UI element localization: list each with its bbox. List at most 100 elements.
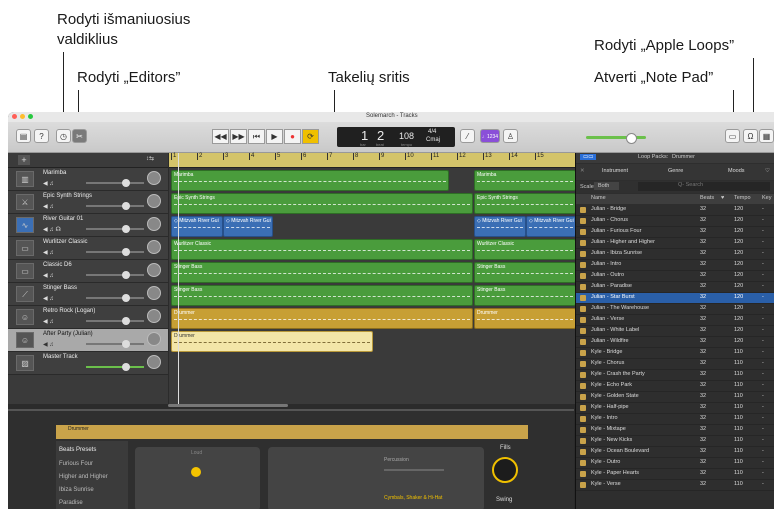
favorite-icon[interactable]: ♡: [765, 168, 770, 174]
loop-item[interactable]: Kyle - Ocean Boulevard 32 110 -: [576, 447, 774, 458]
col-tempo[interactable]: Tempo: [734, 195, 751, 201]
play-button[interactable]: ▶: [266, 129, 283, 144]
pan-knob[interactable]: [147, 309, 161, 323]
track-header[interactable]: ∿ River Guitar 01 ◀ ♫ ☊: [8, 214, 168, 237]
track-volume-slider[interactable]: [86, 202, 144, 210]
loop-search-field[interactable]: Q- Search: [638, 182, 770, 191]
preset-item[interactable]: Ibiza Sunrise: [59, 487, 94, 493]
region-drummer[interactable]: Drummer: [474, 308, 576, 329]
region-stinger-bass[interactable]: Stinger Bass: [474, 262, 576, 283]
loop-item[interactable]: Julian - Chorus 32 120 -: [576, 216, 774, 227]
record-button[interactable]: ●: [284, 129, 301, 144]
library-button[interactable]: ▤: [16, 129, 31, 143]
pan-knob[interactable]: [147, 332, 161, 346]
pan-knob[interactable]: [147, 171, 161, 185]
tuner-button[interactable]: ⁄: [460, 129, 475, 143]
lcd-display[interactable]: 1 2 bar beat 108 tempo 4/4 Cmaj: [337, 127, 455, 147]
tab-moods[interactable]: Moods: [728, 168, 745, 174]
track-volume-slider[interactable]: [86, 248, 144, 256]
loop-item[interactable]: Julian - Ibiza Sunrise 32 120 -: [576, 249, 774, 260]
track-header[interactable]: ☺ Retro Rock (Logan) ◀ ♫: [8, 306, 168, 329]
track-header[interactable]: ⚔ Epic Synth Strings ◀ ♫: [8, 191, 168, 214]
track-header[interactable]: ▥ Marimba ◀ ♫: [8, 168, 168, 191]
master-volume-slider[interactable]: [586, 133, 646, 144]
loop-packs-select[interactable]: Drummer: [672, 154, 695, 160]
region-wurlitzer[interactable]: Wurlitzer Classic: [474, 239, 576, 260]
help-button[interactable]: ?: [34, 129, 49, 143]
count-in-button[interactable]: ♩1234: [480, 129, 500, 143]
editors-button[interactable]: ✂: [72, 129, 87, 143]
smart-tempo-icon[interactable]: ↕⇆: [146, 155, 154, 162]
track-header[interactable]: ▭ Wurlitzer Classic ◀ ♫: [8, 237, 168, 260]
track-volume-slider[interactable]: [86, 363, 144, 371]
loop-item[interactable]: Kyle - Mixtape 32 110 -: [576, 425, 774, 436]
region-wurlitzer[interactable]: Wurlitzer Classic: [171, 239, 473, 260]
xy-puck[interactable]: [191, 467, 201, 477]
track-header[interactable]: ▨ Master Track: [8, 352, 168, 375]
track-volume-slider[interactable]: [86, 271, 144, 279]
minimize-window-button[interactable]: [20, 114, 25, 119]
loop-view-button[interactable]: ▭▭: [580, 154, 597, 160]
apple-loops-button[interactable]: Ω: [743, 129, 758, 143]
loop-item[interactable]: Kyle - Verse 32 110 -: [576, 480, 774, 491]
drum-kit-pad[interactable]: Percussion Cymbals, Shaker & Hi-Hat: [268, 447, 484, 509]
track-header[interactable]: ▭ Classic D6 ◀ ♫: [8, 260, 168, 283]
tracks-area[interactable]: Marimba Marimba Epic Synth Strings Epic …: [169, 168, 576, 404]
reset-icon[interactable]: ✕: [580, 168, 585, 174]
pan-knob[interactable]: [147, 263, 161, 277]
loop-item[interactable]: Julian - Paradise 32 120 -: [576, 282, 774, 293]
xy-pad[interactable]: Loud: [135, 447, 260, 509]
loop-item[interactable]: Julian - White Label 32 120 -: [576, 326, 774, 337]
region-river-guitar[interactable]: ◇ Mitzvah River Gui: [474, 216, 526, 237]
pan-knob[interactable]: [147, 355, 161, 369]
track-volume-slider[interactable]: [86, 179, 144, 187]
heart-icon[interactable]: ♥: [721, 195, 724, 201]
loop-item[interactable]: Julian - Bridge 32 120 -: [576, 205, 774, 216]
region-marimba[interactable]: Marimba: [474, 170, 576, 191]
loop-item[interactable]: Julian - Star Burst 32 120 -: [576, 293, 774, 304]
metronome-button[interactable]: ♙: [503, 129, 518, 143]
rewind-button[interactable]: ◀◀: [212, 129, 229, 144]
region-epic-synth[interactable]: Epic Synth Strings: [474, 193, 576, 214]
loop-item[interactable]: Kyle - Golden State 32 110 -: [576, 392, 774, 403]
track-header[interactable]: ☺ After Party (Julian) ◀ ♫: [8, 329, 168, 352]
col-key[interactable]: Key: [762, 195, 771, 201]
region-drummer[interactable]: Drummer: [171, 308, 473, 329]
loop-item[interactable]: Kyle - Bridge 32 110 -: [576, 348, 774, 359]
add-track-button[interactable]: +: [18, 155, 30, 165]
track-controls-icon[interactable]: ◀ ♫ ☊: [43, 226, 61, 233]
region-river-guitar[interactable]: ◇ Mitzvah River Gui: [526, 216, 576, 237]
region-marimba[interactable]: Marimba: [171, 170, 449, 191]
loop-item[interactable]: Kyle - Intro 32 110 -: [576, 414, 774, 425]
track-volume-slider[interactable]: [86, 225, 144, 233]
cycle-button[interactable]: ⟳: [302, 129, 319, 144]
tab-genre[interactable]: Genre: [668, 168, 683, 174]
loop-item[interactable]: Julian - Wildfire 32 120 -: [576, 337, 774, 348]
fills-knob[interactable]: [492, 457, 518, 483]
track-controls-icon[interactable]: ◀ ♫: [43, 295, 54, 302]
percussion-slider[interactable]: [384, 469, 444, 471]
region-stinger-bass[interactable]: Stinger Bass: [474, 285, 576, 306]
loop-item[interactable]: Kyle - Outro 32 110 -: [576, 458, 774, 469]
key-signature[interactable]: Cmaj: [426, 137, 440, 143]
col-beats[interactable]: Beats: [700, 195, 714, 201]
pan-knob[interactable]: [147, 217, 161, 231]
preset-item[interactable]: Higher and Higher: [59, 474, 108, 480]
loop-item[interactable]: Julian - Higher and Higher 32 120 -: [576, 238, 774, 249]
close-window-button[interactable]: [12, 114, 17, 119]
loop-item[interactable]: Julian - Verse 32 120 -: [576, 315, 774, 326]
playhead[interactable]: [178, 153, 179, 404]
col-name[interactable]: Name: [591, 195, 606, 201]
region-stinger-bass[interactable]: Stinger Bass: [171, 285, 473, 306]
scale-select[interactable]: Both: [594, 182, 620, 190]
track-volume-slider[interactable]: [86, 317, 144, 325]
tab-instrument[interactable]: Instrument: [602, 168, 628, 174]
note-pad-button[interactable]: ▭: [725, 129, 740, 143]
region-epic-synth[interactable]: Epic Synth Strings: [171, 193, 473, 214]
track-volume-slider[interactable]: [86, 340, 144, 348]
zoom-window-button[interactable]: [28, 114, 33, 119]
horizontal-scrollbar[interactable]: [168, 404, 288, 407]
loop-item[interactable]: Kyle - Crash the Party 32 110 -: [576, 370, 774, 381]
tempo-value[interactable]: 108: [399, 131, 414, 141]
region-stinger-bass[interactable]: Stinger Bass: [171, 262, 473, 283]
